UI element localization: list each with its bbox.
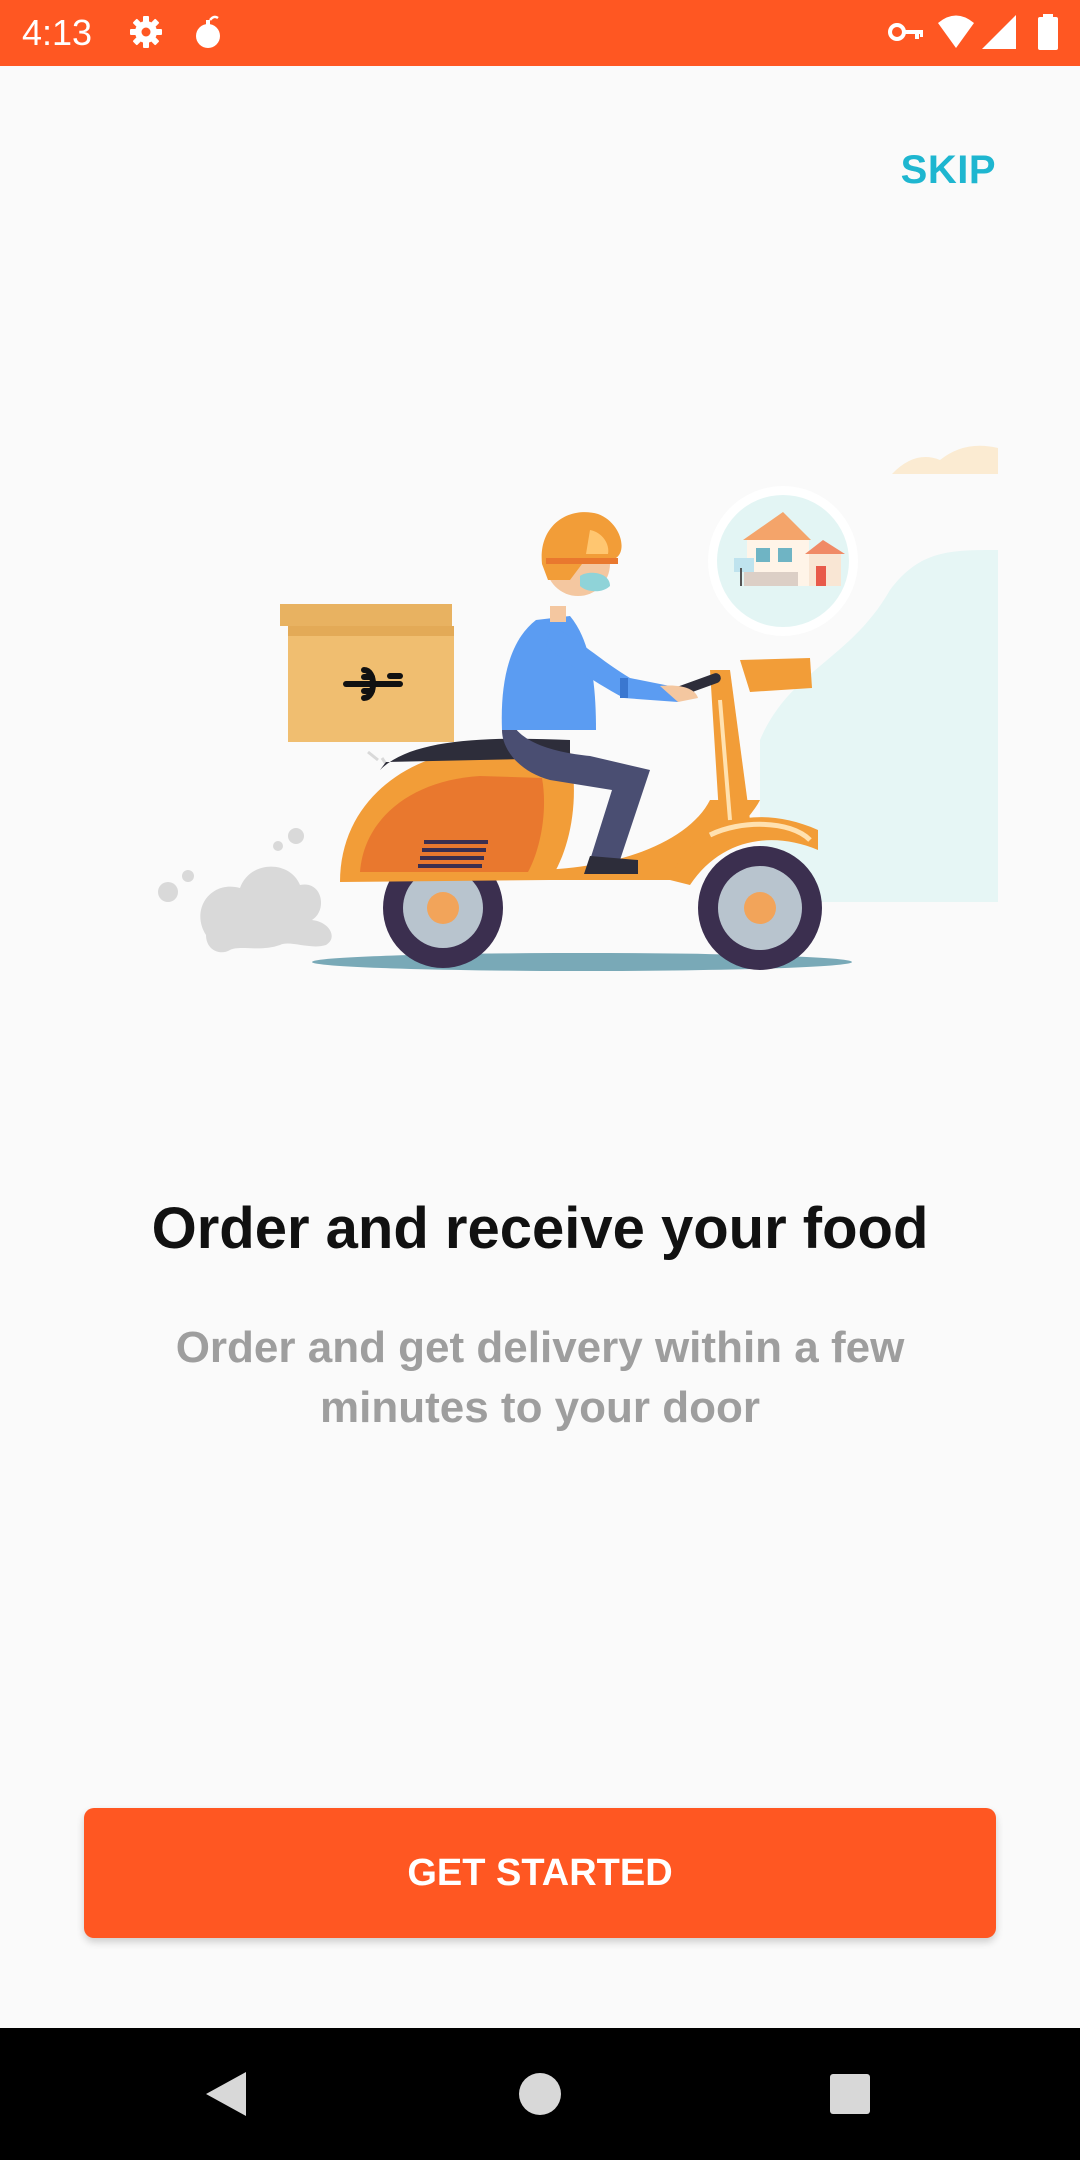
get-started-button[interactable]: GET STARTED xyxy=(84,1808,996,1938)
back-icon[interactable] xyxy=(198,2066,254,2122)
home-icon[interactable] xyxy=(512,2066,568,2122)
key-icon xyxy=(888,23,923,41)
signal-icon xyxy=(982,15,1016,49)
onboarding-subtitle: Order and get delivery within a few minu… xyxy=(175,1323,905,1432)
status-bar: 4:13 xyxy=(0,0,1080,66)
onboarding-screen: 4:13 SKIP Order and receive your food Or… xyxy=(0,0,1080,2160)
delivery-illustration xyxy=(158,445,998,971)
battery-icon xyxy=(1038,14,1058,50)
front-wheel xyxy=(698,846,822,970)
status-time: 4:13 xyxy=(22,12,93,53)
wifi-icon xyxy=(938,15,974,48)
recents-icon[interactable] xyxy=(822,2066,878,2122)
background-cloud xyxy=(892,445,998,474)
house-icon xyxy=(708,486,858,636)
onboarding-title: Order and receive your food xyxy=(151,1196,929,1261)
smoke-cloud xyxy=(158,828,332,953)
delivery-box-icon xyxy=(280,604,454,765)
skip-button[interactable]: SKIP xyxy=(901,148,996,193)
gear-icon xyxy=(130,16,162,48)
bomb-icon xyxy=(196,15,220,48)
